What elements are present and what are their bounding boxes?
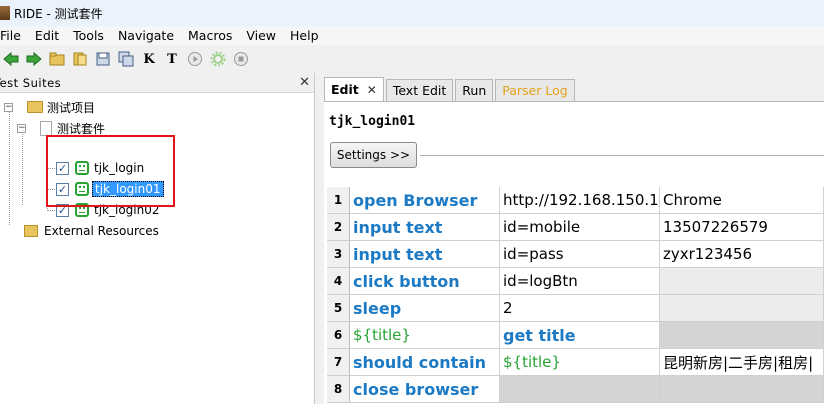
collapse-toggle[interactable]: −	[4, 102, 13, 112]
grid-row-2: 2 input text id=mobile 13507226579	[327, 214, 824, 241]
argument-cell[interactable]	[660, 295, 824, 322]
settings-gear-icon[interactable]	[209, 50, 227, 68]
stop-icon[interactable]	[232, 50, 250, 68]
open-folder-icon[interactable]	[48, 50, 66, 68]
test-search-icon[interactable]: T	[163, 50, 181, 68]
keyword-cell[interactable]: close browser	[350, 376, 500, 403]
grid-row-7: 7 should contain ${title} 昆明新房|二手房|租房|	[327, 349, 824, 376]
grid-row-6: 6 ${title} get title	[327, 322, 824, 349]
suite-file-icon	[40, 120, 52, 136]
keyword-cell[interactable]: sleep	[350, 295, 500, 322]
keyword-grid: 1 open Browser http://192.168.150.15 Chr…	[327, 187, 824, 403]
argument-cell[interactable]: http://192.168.150.15	[500, 187, 660, 214]
argument-cell[interactable]: id=mobile	[500, 214, 660, 241]
panel-close-icon[interactable]: ✕	[299, 75, 310, 90]
tree-node-external-resources[interactable]: External Resources	[24, 222, 159, 240]
argument-cell[interactable]	[660, 322, 824, 349]
external-label: External Resources	[44, 224, 159, 238]
editor-panel: Edit ✕ Text Edit Run Parser Log tjk_logi…	[320, 73, 824, 404]
row-number[interactable]: 8	[327, 376, 350, 403]
grid-row-4: 4 click button id=logBtn	[327, 268, 824, 295]
test-suites-panel: Test Suites ✕ − 测试项目 − 测试套件 ✓ tjk_login …	[0, 73, 315, 404]
grid-row-1: 1 open Browser http://192.168.150.15 Chr…	[327, 187, 824, 214]
test-case-name: tjk_login01	[329, 114, 416, 129]
keyword-cell[interactable]: should contain	[350, 349, 500, 376]
argument-cell[interactable]	[500, 376, 660, 403]
highlight-box	[46, 135, 175, 207]
save-all-icon[interactable]	[117, 50, 135, 68]
argument-cell[interactable]	[660, 376, 824, 403]
ride-app-icon	[0, 6, 10, 20]
tab-text-edit-label: Text Edit	[392, 83, 447, 98]
tab-edit[interactable]: Edit ✕	[324, 77, 384, 101]
menu-view[interactable]: View	[239, 28, 283, 43]
grid-row-3: 3 input text id=pass zyxr123456	[327, 241, 824, 268]
menu-bar: File Edit Tools Navigate Macros View Hel…	[0, 26, 824, 45]
variable-cell[interactable]: ${title}	[350, 322, 500, 349]
test-suites-header: Test Suites ✕	[0, 73, 314, 93]
open-suite-icon[interactable]	[71, 50, 89, 68]
menu-navigate[interactable]: Navigate	[111, 28, 181, 43]
keyword-cell[interactable]: get title	[500, 322, 660, 349]
panel-title: Test Suites	[0, 75, 62, 90]
argument-cell[interactable]: 昆明新房|二手房|租房|	[660, 349, 824, 376]
argument-cell[interactable]	[660, 268, 824, 295]
tab-run-label: Run	[462, 83, 487, 98]
argument-cell[interactable]: 13507226579	[660, 214, 824, 241]
tab-run[interactable]: Run	[455, 79, 494, 101]
title-bar: RIDE - 测试套件	[0, 0, 824, 26]
row-number[interactable]: 2	[327, 214, 350, 241]
folder-icon	[27, 101, 43, 113]
row-number[interactable]: 5	[327, 295, 350, 322]
forward-arrow-icon[interactable]	[25, 50, 43, 68]
keyword-cell[interactable]: open Browser	[350, 187, 500, 214]
menu-file[interactable]: File	[0, 28, 28, 43]
argument-cell[interactable]: id=pass	[500, 241, 660, 268]
external-resources-icon	[24, 225, 38, 237]
tab-text-edit[interactable]: Text Edit	[385, 79, 454, 101]
grid-row-8: 8 close browser	[327, 376, 824, 403]
keyword-cell[interactable]: input text	[350, 241, 500, 268]
toolbar: K T	[0, 45, 824, 73]
tab-close-icon[interactable]: ✕	[367, 83, 377, 97]
argument-cell[interactable]: zyxr123456	[660, 241, 824, 268]
settings-button[interactable]: Settings >>	[330, 142, 417, 168]
row-number[interactable]: 3	[327, 241, 350, 268]
run-icon[interactable]	[186, 50, 204, 68]
tree-node-project[interactable]: − 测试项目	[4, 98, 95, 116]
editor-tabs: Edit ✕ Text Edit Run Parser Log	[324, 77, 577, 101]
keyword-cell[interactable]: input text	[350, 214, 500, 241]
collapse-toggle[interactable]: −	[17, 123, 26, 133]
row-number[interactable]: 1	[327, 187, 350, 214]
suite-label: 测试套件	[57, 121, 106, 136]
grid-row-5: 5 sleep 2	[327, 295, 824, 322]
menu-macros[interactable]: Macros	[181, 28, 239, 43]
menu-edit[interactable]: Edit	[28, 28, 66, 43]
back-arrow-icon[interactable]	[2, 50, 20, 68]
settings-divider	[420, 155, 824, 156]
argument-cell[interactable]: id=logBtn	[500, 268, 660, 295]
keyword-search-icon[interactable]: K	[140, 50, 158, 68]
row-number[interactable]: 4	[327, 268, 350, 295]
project-label: 测试项目	[47, 100, 96, 115]
tab-parser-log-label: Parser Log	[502, 83, 568, 98]
menu-help[interactable]: Help	[283, 28, 326, 43]
tab-parser-log[interactable]: Parser Log	[495, 79, 575, 101]
keyword-cell[interactable]: click button	[350, 268, 500, 295]
row-number[interactable]: 6	[327, 322, 350, 349]
save-icon[interactable]	[94, 50, 112, 68]
row-number[interactable]: 7	[327, 349, 350, 376]
tab-edit-label: Edit	[331, 82, 359, 97]
argument-cell[interactable]: 2	[500, 295, 660, 322]
argument-cell[interactable]: Chrome	[660, 187, 824, 214]
window-title: RIDE - 测试套件	[14, 6, 103, 21]
edit-tab-body: tjk_login01 Settings >> 1 open Browser h…	[324, 101, 824, 404]
menu-tools[interactable]: Tools	[66, 28, 111, 43]
variable-cell[interactable]: ${title}	[500, 349, 660, 376]
